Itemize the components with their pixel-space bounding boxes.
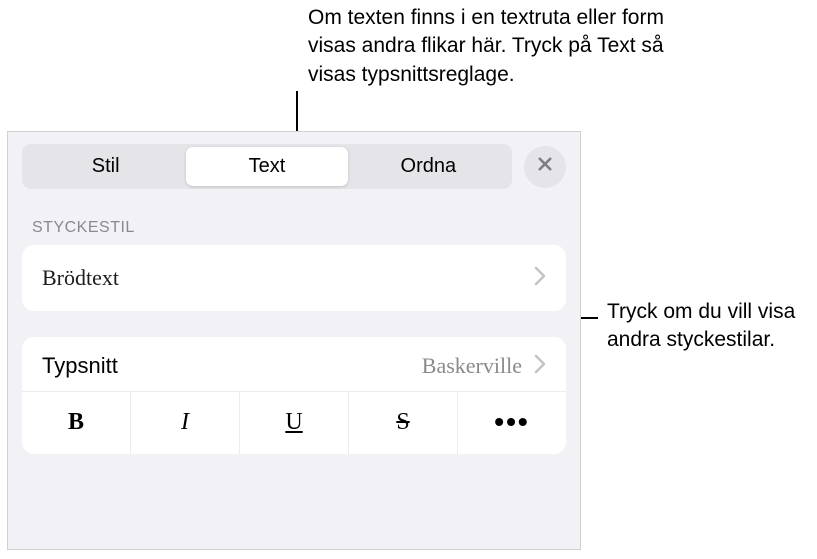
font-label: Typsnitt	[42, 353, 118, 379]
format-panel: Stil Text Ordna STYCKESTIL Brödtext	[7, 131, 581, 550]
italic-button[interactable]: I	[131, 392, 240, 454]
tab-style[interactable]: Stil	[25, 147, 186, 186]
font-value: Baskerville	[422, 353, 522, 379]
font-card: Typsnitt Baskerville B I U S •••	[22, 337, 566, 454]
paragraph-style-card: Brödtext	[22, 245, 566, 311]
bold-button[interactable]: B	[22, 392, 131, 454]
paragraph-style-row[interactable]: Brödtext	[22, 245, 566, 311]
close-icon	[536, 155, 554, 178]
underline-button[interactable]: U	[240, 392, 349, 454]
tab-bar: Stil Text Ordna	[8, 132, 580, 201]
tab-arrange[interactable]: Ordna	[348, 147, 509, 186]
more-options-button[interactable]: •••	[458, 392, 566, 454]
strikethrough-button[interactable]: S	[349, 392, 458, 454]
close-button[interactable]	[524, 146, 566, 188]
font-row[interactable]: Typsnitt Baskerville	[22, 337, 566, 392]
chevron-right-icon	[534, 266, 546, 291]
segmented-control: Stil Text Ordna	[22, 144, 512, 189]
text-style-buttons: B I U S •••	[22, 392, 566, 454]
paragraph-style-header: STYCKESTIL	[8, 201, 580, 245]
annotation-right: Tryck om du vill visa andra styckestilar…	[607, 298, 807, 355]
font-value-wrap: Baskerville	[422, 353, 546, 379]
tab-text[interactable]: Text	[186, 147, 347, 186]
annotation-top: Om texten finns i en textruta eller form…	[308, 4, 678, 89]
chevron-right-icon	[534, 354, 546, 379]
paragraph-style-value: Brödtext	[42, 265, 119, 291]
